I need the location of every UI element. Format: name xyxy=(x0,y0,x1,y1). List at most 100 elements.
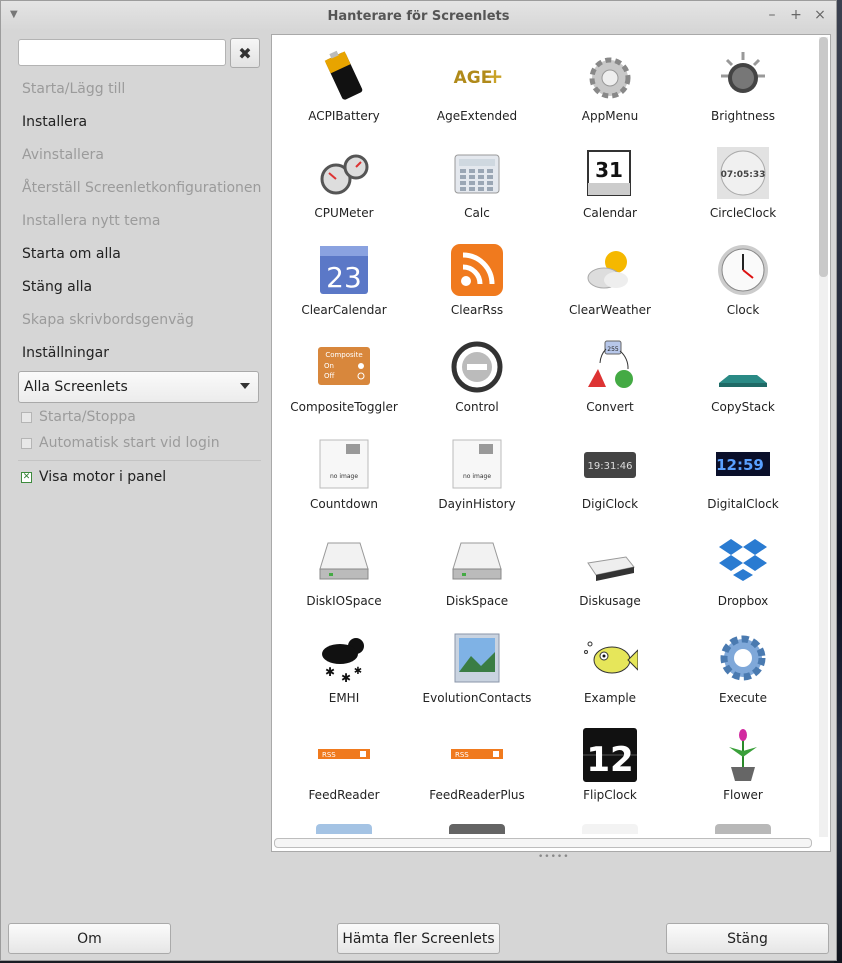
svg-text:RSS: RSS xyxy=(455,751,469,759)
svg-text:On: On xyxy=(324,362,334,370)
action-item[interactable]: Starta/Lägg till xyxy=(22,73,267,106)
color-convert-icon: 255 xyxy=(582,339,638,395)
close-window-button[interactable]: × xyxy=(812,6,828,24)
screenlet-tile[interactable]: ✱ ✱ ✱ EMHI xyxy=(278,620,410,717)
blue-gear-icon xyxy=(715,630,771,686)
action-item[interactable]: Skapa skrivbordsgenväg xyxy=(22,304,267,337)
about-button[interactable]: Om xyxy=(8,923,171,954)
screenlet-tile-partial[interactable] xyxy=(449,824,505,834)
screenlet-label: Flower xyxy=(723,788,763,802)
screenlet-tile[interactable]: AGE + AgeExtended xyxy=(411,38,543,135)
screenlet-tile[interactable]: RSS FeedReaderPlus xyxy=(411,717,543,814)
svg-text:✱: ✱ xyxy=(341,671,351,685)
screenlet-tile[interactable]: no image Countdown xyxy=(278,426,410,523)
clear-search-button[interactable]: ✖ xyxy=(230,38,260,68)
screenlet-label: Clock xyxy=(726,303,760,317)
horizontal-scrollbar[interactable] xyxy=(274,838,812,848)
screenlet-tile[interactable]: CPUMeter xyxy=(278,135,410,232)
svg-text:07:05:33: 07:05:33 xyxy=(721,170,766,180)
screenlet-tile[interactable]: 31 Calendar xyxy=(544,135,676,232)
screenlet-tile[interactable]: Calc xyxy=(411,135,543,232)
dropbox-icon xyxy=(715,533,771,589)
screenlet-tile[interactable]: Dropbox xyxy=(677,523,809,620)
age-plus-icon: AGE + xyxy=(449,48,505,104)
svg-text:12:59: 12:59 xyxy=(716,456,764,474)
action-item[interactable]: Avinstallera xyxy=(22,139,267,172)
start-stop-checkbox[interactable]: Starta/Stoppa xyxy=(21,409,136,425)
screenlet-label: DayinHistory xyxy=(438,497,516,511)
screenlet-label: CircleClock xyxy=(709,206,777,220)
screenlet-tile-partial[interactable] xyxy=(316,824,372,834)
screenlet-tile[interactable]: 255 Convert xyxy=(544,329,676,426)
screenlet-label: AppMenu xyxy=(581,109,639,123)
screenlet-label: Calc xyxy=(464,206,490,220)
pane-resize-grip[interactable]: ••••• xyxy=(538,852,570,862)
clock-face-icon: 07:05:33 xyxy=(715,145,771,201)
maximize-button[interactable]: + xyxy=(788,6,804,24)
screenlet-tile[interactable]: 07:05:33 CircleClock xyxy=(677,135,809,232)
screenlet-tile[interactable]: Composite On Off CompositeToggler xyxy=(278,329,410,426)
digital-display-icon: 19:31:46 xyxy=(582,436,638,492)
fish-icon xyxy=(582,630,639,686)
screenlet-tile[interactable]: CopyStack xyxy=(677,329,809,426)
screenlet-label: Dropbox xyxy=(717,594,769,608)
svg-text:19:31:46: 19:31:46 xyxy=(588,461,633,472)
search-input[interactable] xyxy=(18,39,226,66)
stop-circle-icon xyxy=(449,339,505,395)
rss-icon xyxy=(449,242,505,298)
checkbox-box xyxy=(21,411,32,423)
screenlet-tile[interactable]: DiskIOSpace xyxy=(278,523,410,620)
screenlet-tile[interactable]: EvolutionContacts xyxy=(411,620,543,717)
screenlet-tile-partial[interactable] xyxy=(582,824,638,834)
screenlet-label: FeedReaderPlus xyxy=(429,788,525,802)
window-menu-icon[interactable]: ▼ xyxy=(10,9,18,20)
screenlet-label: Countdown xyxy=(309,497,378,511)
screenlet-tile[interactable]: RSS FeedReader xyxy=(278,717,410,814)
action-item[interactable]: Inställningar xyxy=(22,337,267,370)
screenlet-tile[interactable]: Execute xyxy=(677,620,809,717)
action-item[interactable]: Återställ Screenletkonfigurationen xyxy=(22,172,267,205)
toggle-panel-icon: Composite On Off xyxy=(316,339,372,395)
action-item[interactable]: Installera nytt tema xyxy=(22,205,267,238)
screenlet-tile[interactable]: Example xyxy=(544,620,676,717)
screenlet-tile[interactable]: no image DayinHistory xyxy=(411,426,543,523)
svg-text:23: 23 xyxy=(326,261,362,294)
screenlet-tile[interactable]: Brightness xyxy=(677,38,809,135)
action-item[interactable]: Starta om alla xyxy=(22,238,267,271)
brightness-knob-icon xyxy=(715,48,771,104)
chevron-down-icon xyxy=(240,383,250,389)
show-engine-checkbox[interactable]: ✕ Visa motor i panel xyxy=(21,469,166,485)
screenlet-label: EMHI xyxy=(328,691,360,705)
screenlet-tile[interactable]: ClearRss xyxy=(411,232,543,329)
screenlet-tile[interactable]: Clock xyxy=(677,232,809,329)
screenlet-tile[interactable]: ClearWeather xyxy=(544,232,676,329)
filter-selected: Alla Screenlets xyxy=(24,379,128,395)
minimize-button[interactable]: – xyxy=(764,6,780,24)
screenlet-tile[interactable]: Control xyxy=(411,329,543,426)
screenlet-tile[interactable]: 19:31:46 DigiClock xyxy=(544,426,676,523)
screenlet-tile[interactable]: Flower xyxy=(677,717,809,814)
screenlet-label: Example xyxy=(583,691,637,705)
screenlet-tile[interactable]: ACPIBattery xyxy=(278,38,410,135)
get-more-button[interactable]: Hämta fler Screenlets xyxy=(337,923,500,954)
screenlet-grid: Flower 12 FlipClock RSS FeedReaderPlus RSS Fee… xyxy=(271,34,831,852)
analog-clock-icon xyxy=(715,242,771,298)
screenlet-tile[interactable]: 12 FlipClock xyxy=(544,717,676,814)
screenlet-tile[interactable]: DiskSpace xyxy=(411,523,543,620)
svg-text:Composite: Composite xyxy=(325,351,362,359)
screenlet-tile[interactable]: 23 ClearCalendar xyxy=(278,232,410,329)
close-button[interactable]: Stäng xyxy=(666,923,829,954)
screenlet-tile-partial[interactable] xyxy=(715,824,771,834)
action-item[interactable]: Installera xyxy=(22,106,267,139)
screenlet-tile[interactable]: Diskusage xyxy=(544,523,676,620)
screenlet-label: FlipClock xyxy=(583,788,637,802)
screenlet-tile[interactable]: AppMenu xyxy=(544,38,676,135)
vertical-scrollbar-thumb[interactable] xyxy=(819,37,828,277)
screenlet-tile[interactable]: 12:59 DigitalClock xyxy=(677,426,809,523)
autostart-checkbox[interactable]: Automatisk start vid login xyxy=(21,435,220,451)
filter-dropdown[interactable]: Alla Screenlets xyxy=(18,371,259,403)
screenlet-label: Diskusage xyxy=(579,594,641,608)
screenlet-label: Convert xyxy=(586,400,634,414)
gauge-icon xyxy=(316,145,372,201)
action-item[interactable]: Stäng alla xyxy=(22,271,267,304)
